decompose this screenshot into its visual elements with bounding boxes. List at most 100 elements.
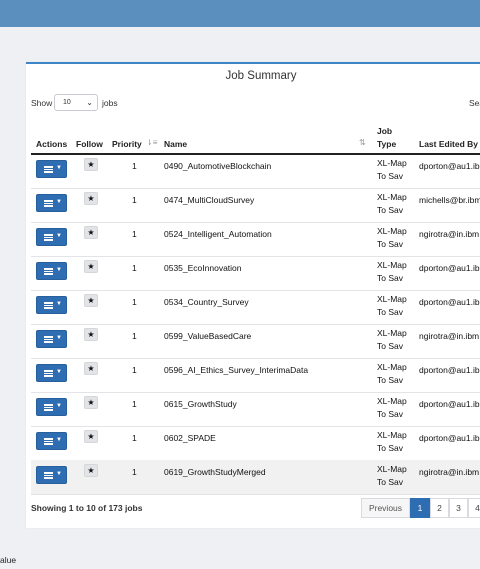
follow-star-button[interactable]: ★ bbox=[84, 328, 98, 341]
table-row: ▼ ★ 1 0534_Country_Survey XL-Map To Sav dporto… bbox=[31, 290, 480, 325]
page-button-3[interactable]: 3 bbox=[449, 498, 468, 518]
name-cell[interactable]: 0524_Intelligent_Automation bbox=[164, 229, 272, 239]
job-type-line2: To Sav bbox=[377, 442, 403, 453]
name-cell[interactable]: 0534_Country_Survey bbox=[164, 297, 249, 307]
job-type-cell: XL-Map To Sav bbox=[377, 225, 407, 250]
follow-star-button[interactable]: ★ bbox=[84, 464, 98, 477]
actions-menu-button[interactable]: ▼ bbox=[36, 194, 67, 212]
actions-menu-button[interactable]: ▼ bbox=[36, 364, 67, 382]
follow-star-button[interactable]: ★ bbox=[84, 362, 98, 375]
sort-desc-icon[interactable]: ⇂≡ bbox=[146, 138, 157, 147]
name-cell[interactable]: 0596_AI_Ethics_Survey_InterimaData bbox=[164, 365, 308, 375]
sort-icon[interactable]: ⇅ bbox=[359, 138, 366, 147]
follow-star-button[interactable]: ★ bbox=[84, 226, 98, 239]
actions-menu-button[interactable]: ▼ bbox=[36, 228, 67, 246]
priority-cell: 1 bbox=[132, 229, 137, 239]
col-job-type-line1: Job bbox=[377, 126, 393, 136]
job-type-cell: XL-Map To Sav bbox=[377, 157, 407, 182]
table-row: ▼ ★ 1 0615_GrowthStudy XL-Map To Sav dporton@a… bbox=[31, 392, 480, 427]
job-type-line1: XL-Map bbox=[377, 192, 407, 202]
priority-cell: 1 bbox=[132, 365, 137, 375]
col-name[interactable]: Name bbox=[164, 139, 187, 149]
table-row: ▼ ★ 1 0602_SPADE XL-Map To Sav dporton@au1.ib bbox=[31, 426, 480, 461]
follow-star-button[interactable]: ★ bbox=[84, 192, 98, 205]
last-edited-cell: dporton@au1.ib bbox=[419, 433, 480, 443]
table-row: ▼ ★ 1 0596_AI_Ethics_Survey_InterimaData XL-… bbox=[31, 358, 480, 393]
list-icon bbox=[44, 370, 53, 377]
priority-cell: 1 bbox=[132, 399, 137, 409]
actions-menu-button[interactable]: ▼ bbox=[36, 466, 67, 484]
name-cell[interactable]: 0602_SPADE bbox=[164, 433, 216, 443]
follow-star-button[interactable]: ★ bbox=[84, 294, 98, 307]
job-type-line2: To Sav bbox=[377, 306, 403, 317]
job-type-line2: To Sav bbox=[377, 170, 403, 181]
job-type-cell: XL-Map To Sav bbox=[377, 463, 407, 488]
caret-down-icon: ▼ bbox=[56, 437, 62, 443]
name-cell[interactable]: 0490_AutomotiveBlockchain bbox=[164, 161, 271, 171]
name-cell[interactable]: 0615_GrowthStudy bbox=[164, 399, 237, 409]
job-type-line2: To Sav bbox=[377, 408, 403, 419]
previous-page-button[interactable]: Previous bbox=[361, 498, 410, 518]
chevron-down-icon: ⌄ bbox=[86, 98, 93, 107]
list-icon bbox=[44, 234, 53, 241]
name-cell[interactable]: 0599_ValueBasedCare bbox=[164, 331, 251, 341]
page-size-value: 10 bbox=[63, 99, 71, 106]
actions-menu-button[interactable]: ▼ bbox=[36, 160, 67, 178]
job-type-line1: XL-Map bbox=[377, 294, 407, 304]
page-button-4[interactable]: 4 bbox=[468, 498, 480, 518]
table-row: ▼ ★ 1 0524_Intelligent_Automation XL-Map To S… bbox=[31, 222, 480, 257]
job-type-line1: XL-Map bbox=[377, 260, 407, 270]
job-type-line1: XL-Map bbox=[377, 226, 407, 236]
star-icon: ★ bbox=[87, 160, 95, 169]
col-job-type[interactable]: Job Type bbox=[377, 125, 396, 150]
priority-cell: 1 bbox=[132, 433, 137, 443]
priority-cell: 1 bbox=[132, 161, 137, 171]
follow-star-button[interactable]: ★ bbox=[84, 396, 98, 409]
show-label: Show bbox=[31, 98, 53, 108]
caret-down-icon: ▼ bbox=[56, 233, 62, 239]
list-icon bbox=[44, 336, 53, 343]
col-last-edited[interactable]: Last Edited By bbox=[419, 139, 478, 149]
actions-menu-button[interactable]: ▼ bbox=[36, 262, 67, 280]
priority-cell: 1 bbox=[132, 263, 137, 273]
col-follow: Follow bbox=[76, 139, 103, 149]
actions-menu-button[interactable]: ▼ bbox=[36, 296, 67, 314]
page-button-1[interactable]: 1 bbox=[410, 498, 430, 518]
follow-star-button[interactable]: ★ bbox=[84, 260, 98, 273]
actions-menu-button[interactable]: ▼ bbox=[36, 330, 67, 348]
job-summary-panel: Job Summary Show 10 ⌄ jobs Sea Actions F… bbox=[26, 62, 480, 528]
job-type-line2: To Sav bbox=[377, 238, 403, 249]
star-icon: ★ bbox=[87, 432, 95, 441]
actions-menu-button[interactable]: ▼ bbox=[36, 432, 67, 450]
name-cell[interactable]: 0535_EcoInnovation bbox=[164, 263, 242, 273]
star-icon: ★ bbox=[87, 194, 95, 203]
list-icon bbox=[44, 438, 53, 445]
follow-star-button[interactable]: ★ bbox=[84, 430, 98, 443]
table-row: ▼ ★ 1 0474_MultiCloudSurvey XL-Map To Sav mich… bbox=[31, 188, 480, 223]
col-priority[interactable]: Priority bbox=[112, 139, 142, 149]
list-icon bbox=[44, 472, 53, 479]
caret-down-icon: ▼ bbox=[56, 369, 62, 375]
caret-down-icon: ▼ bbox=[56, 403, 62, 409]
col-actions: Actions bbox=[36, 139, 68, 149]
last-edited-cell: ngirotra@in.ibm bbox=[419, 331, 480, 341]
table-row: ▼ ★ 1 0490_AutomotiveBlockchain XL-Map To Sav… bbox=[31, 154, 480, 189]
last-edited-cell: ngirotra@in.ibm bbox=[419, 229, 480, 239]
actions-menu-button[interactable]: ▼ bbox=[36, 398, 67, 416]
caret-down-icon: ▼ bbox=[56, 267, 62, 273]
star-icon: ★ bbox=[87, 466, 95, 475]
list-icon bbox=[44, 404, 53, 411]
name-cell[interactable]: 0474_MultiCloudSurvey bbox=[164, 195, 254, 205]
star-icon: ★ bbox=[87, 262, 95, 271]
table-info: Showing 1 to 10 of 173 jobs bbox=[31, 503, 143, 513]
last-edited-cell: michells@br.ibm bbox=[419, 195, 480, 205]
job-type-cell: XL-Map To Sav bbox=[377, 361, 407, 386]
page-size-select[interactable]: 10 ⌄ bbox=[54, 94, 98, 111]
name-cell[interactable]: 0619_GrowthStudyMerged bbox=[164, 467, 266, 477]
caret-down-icon: ▼ bbox=[56, 301, 62, 307]
list-icon bbox=[44, 166, 53, 173]
follow-star-button[interactable]: ★ bbox=[84, 158, 98, 171]
caret-down-icon: ▼ bbox=[56, 199, 62, 205]
job-type-line2: To Sav bbox=[377, 204, 403, 215]
page-button-2[interactable]: 2 bbox=[430, 498, 449, 518]
